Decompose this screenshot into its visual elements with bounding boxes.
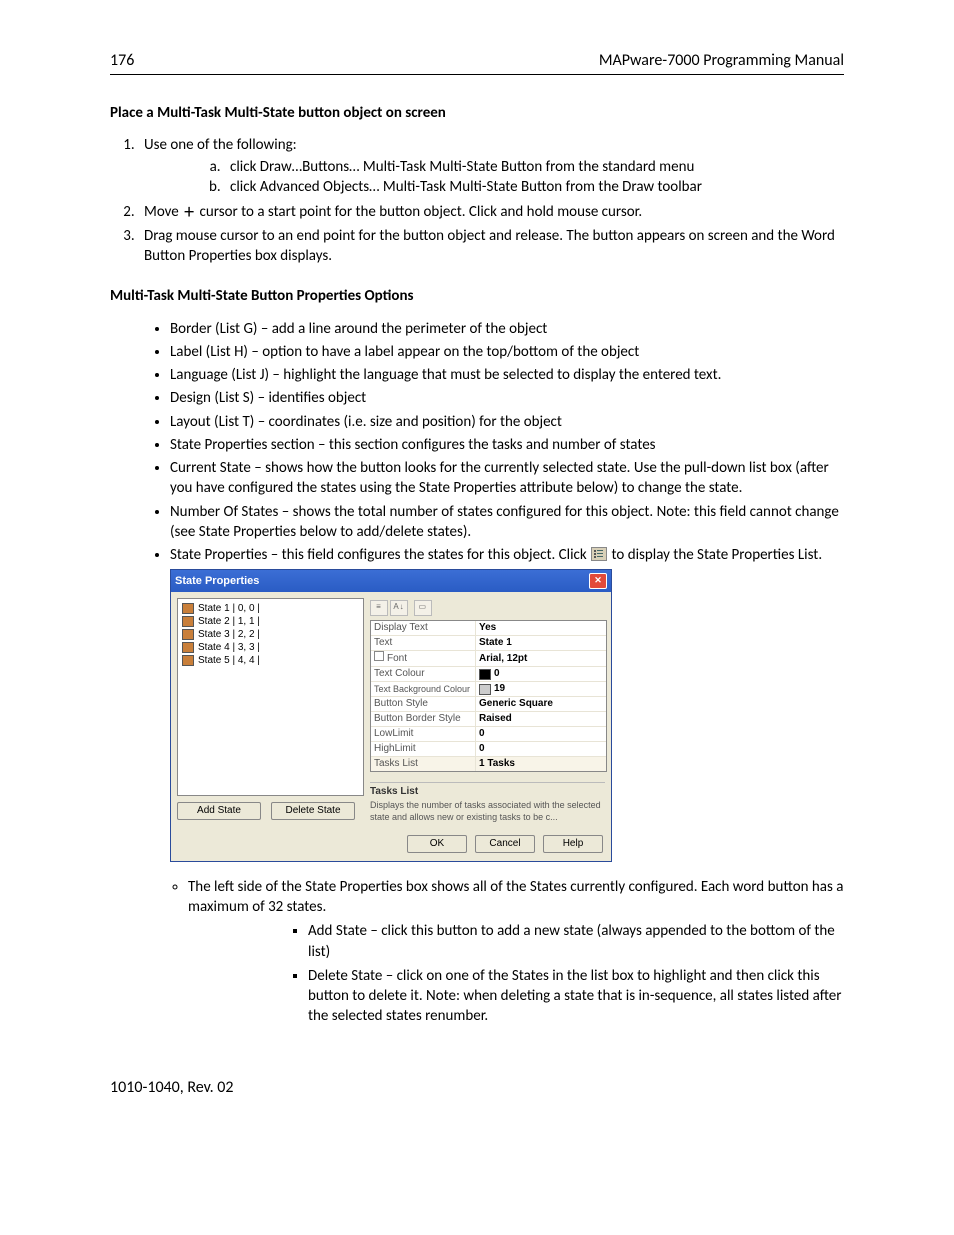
state-listitem[interactable]: State 1 | 0, 0 | [178,602,363,615]
list-item: State Properties – this field configures… [170,545,844,565]
dialog-title-text: State Properties [175,574,259,589]
section-heading: Multi-Task Multi-State Button Properties… [110,286,844,306]
color-swatch-icon [479,684,491,695]
list-item: Delete State – click on one of the State… [308,966,844,1027]
state-swatch-icon [182,629,194,640]
color-swatch-icon [479,669,491,680]
section-heading: Place a Multi-Task Multi-State button ob… [110,103,844,123]
property-pages-icon[interactable]: ▭ [414,600,432,616]
ok-button[interactable]: OK [407,835,467,853]
list-item: The left side of the State Properties bo… [188,877,844,1027]
list-item: Language (List J) – highlight the langua… [170,365,844,385]
state-listitem[interactable]: State 3 | 2, 2 | [178,628,363,641]
list-item: Drag mouse cursor to an end point for th… [138,226,844,267]
dialog-titlebar: State Properties ✕ [171,570,611,592]
page-header: 176 MAPware-7000 Programming Manual [110,50,844,75]
list-item: Design (List S) – identifies object [170,388,844,408]
list-item: click Draw…Buttons… Multi-Task Multi-Sta… [224,157,844,177]
procedure-list: Use one of the following: click Draw…But… [110,135,844,267]
categorized-icon[interactable]: ≡ [370,600,388,616]
list-item: Label (List H) – option to have a label … [170,342,844,362]
state-swatch-icon [182,603,194,614]
help-button[interactable]: Help [543,835,603,853]
page-number: 176 [110,50,134,72]
list-item: Number Of States – shows the total numbe… [170,502,844,543]
state-swatch-icon [182,655,194,666]
list-item: Use one of the following: click Draw…But… [138,135,844,198]
crosshair-cursor-icon: + [184,206,194,218]
list-item: Current State – shows how the button loo… [170,458,844,499]
state-properties-dialog: State Properties ✕ State 1 | 0, 0 | Stat… [170,569,612,862]
state-swatch-icon [182,642,194,653]
list-item: State Properties section – this section … [170,435,844,455]
options-list: Border (List G) – add a line around the … [110,319,844,566]
list-item: Add State – click this button to add a n… [308,921,844,962]
add-state-button[interactable]: Add State [177,802,261,820]
close-icon[interactable]: ✕ [589,573,607,589]
delete-state-button[interactable]: Delete State [271,802,355,820]
state-listitem[interactable]: State 5 | 4, 4 | [178,654,363,667]
property-description: Tasks List Displays the number of tasks … [370,782,605,823]
page-footer: 1010-1040, Rev. 02 [110,1077,844,1099]
sub-bullets: The left side of the State Properties bo… [110,877,844,1027]
state-listitem[interactable]: State 2 | 1, 1 | [178,615,363,628]
property-grid-toolbar: ≡A↓ ▭ [370,598,605,620]
list-item: Move + cursor to a start point for the b… [138,202,844,222]
manual-title: MAPware-7000 Programming Manual [599,50,844,72]
list-item: Layout (List T) – coordinates (i.e. size… [170,412,844,432]
state-swatch-icon [182,616,194,627]
states-listbox[interactable]: State 1 | 0, 0 | State 2 | 1, 1 | State … [177,598,364,796]
alphabetical-icon[interactable]: A↓ [390,600,408,616]
state-listitem[interactable]: State 4 | 3, 3 | [178,641,363,654]
cancel-button[interactable]: Cancel [475,835,535,853]
property-grid[interactable]: Display TextYes TextState 1 FontArial, 1… [370,620,607,772]
list-item: Border (List G) – add a line around the … [170,319,844,339]
list-item: click Advanced Objects… Multi-Task Multi… [224,177,844,197]
state-properties-list-icon [591,547,607,561]
